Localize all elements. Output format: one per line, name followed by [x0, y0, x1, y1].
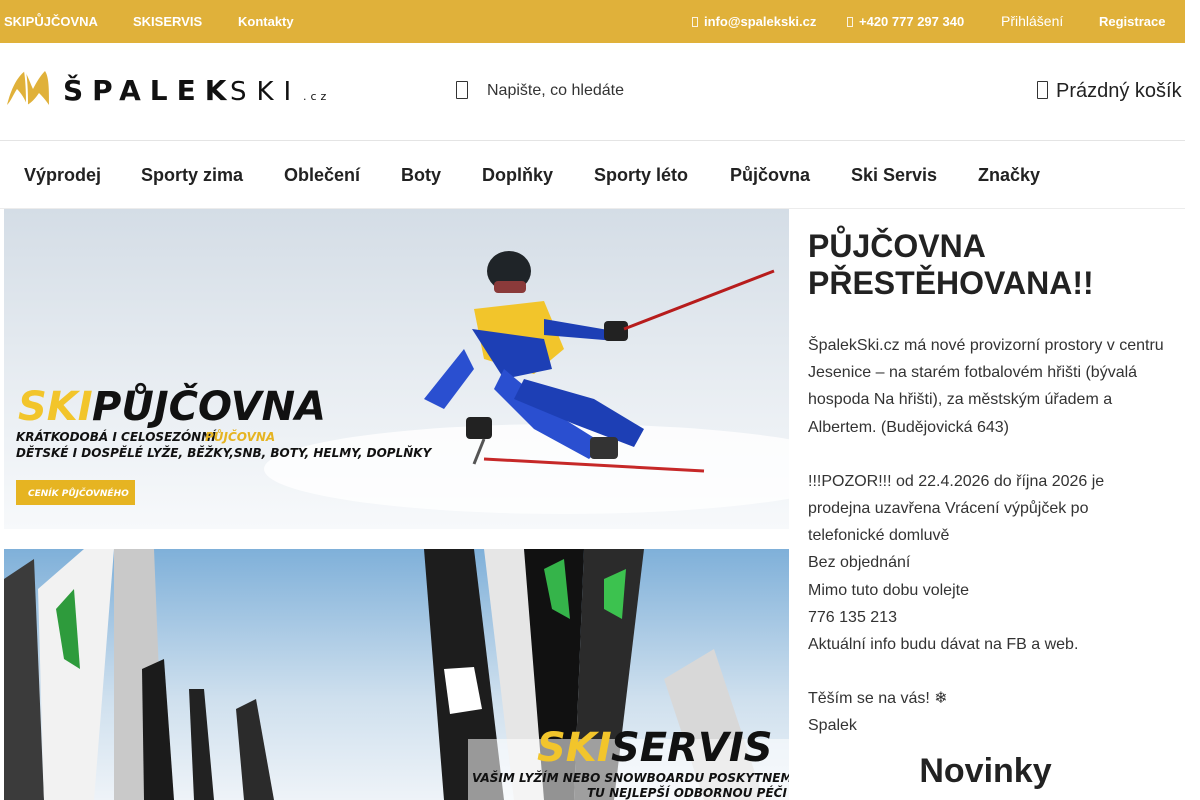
- topbar-link-rental[interactable]: SKIPŮJČOVNA: [4, 14, 98, 29]
- nav-item-shoes[interactable]: Boty: [401, 165, 441, 186]
- service-banner-image: SKI SERVIS VAŠIM LYŽÍM NEBO SNOWBOARDU P…: [4, 549, 789, 800]
- rental-title-rest: PŮJČOVNA: [92, 381, 326, 430]
- nav-item-brands[interactable]: Značky: [978, 165, 1040, 186]
- announcement-call-note: Mimo tuto dobu volejte: [808, 581, 969, 599]
- service-title-ski: SKI: [537, 725, 612, 771]
- register-link[interactable]: Registrace: [1099, 14, 1165, 29]
- rental-title-ski: SKI: [18, 384, 93, 430]
- rental-banner-image: SKI PŮJČOVNA KRÁTKODOBÁ I CELOSEZÓNNÍ PŮ…: [4, 209, 789, 529]
- logo[interactable]: ŠPALEK SKI .cz: [5, 69, 335, 111]
- nav-item-winter-sports[interactable]: Sporty zima: [141, 165, 243, 186]
- login-link[interactable]: Přihlášení: [1001, 13, 1063, 29]
- topbar-link-service[interactable]: SKISERVIS: [133, 14, 202, 29]
- announcement-body: ŠpalekSki.cz má nové provizorní prostory…: [808, 332, 1168, 740]
- service-line1: VAŠIM LYŽÍM NEBO SNOWBOARDU POSKYTNEME: [472, 770, 789, 785]
- search-icon[interactable]: [456, 81, 468, 99]
- announcement-title: PŮJČOVNA PŘESTĚHOVANA!!: [808, 228, 1094, 301]
- phone-icon: [847, 17, 853, 27]
- nav-item-accessories[interactable]: Doplňky: [482, 165, 553, 186]
- topbar-phone: +420 777 297 340: [859, 14, 965, 29]
- logo-sub-text: SKI: [230, 77, 301, 107]
- cart-icon: [1037, 81, 1048, 99]
- rental-banner[interactable]: SKI PŮJČOVNA KRÁTKODOBÁ I CELOSEZÓNNÍ PŮ…: [4, 209, 789, 529]
- nav-item-sale[interactable]: Výprodej: [24, 165, 101, 186]
- nav-divider-top: [0, 140, 1185, 141]
- nav-item-summer-sports[interactable]: Sporty léto: [594, 165, 688, 186]
- logo-main-text: ŠPALEK: [63, 73, 235, 107]
- top-bar: SKIPŮJČOVNA SKISERVIS Kontakty info@spal…: [0, 0, 1185, 43]
- announcement-thanks: Těším se na vás! ❄: [808, 690, 948, 708]
- logo-tld-text: .cz: [303, 90, 330, 103]
- announcement-phone[interactable]: 776 135 213: [808, 604, 1168, 631]
- service-banner[interactable]: SKI SERVIS VAŠIM LYŽÍM NEBO SNOWBOARDU P…: [4, 549, 789, 800]
- announcement-panel: PŮJČOVNA PŘESTĚHOVANA!! ŠpalekSki.cz má …: [808, 228, 1168, 740]
- announcement-warning: !!!POZOR!!! od 22.4.2026 do října 2026 j…: [808, 472, 1105, 545]
- announcement-no-booking: Bez objednání: [808, 554, 911, 572]
- announcement-signature: Spalek: [808, 717, 857, 735]
- topbar-email-link[interactable]: info@spalekski.cz: [692, 14, 816, 29]
- topbar-phone-link[interactable]: +420 777 297 340: [847, 14, 964, 29]
- topbar-email: info@spalekski.cz: [704, 14, 817, 29]
- nav-item-clothing[interactable]: Oblečení: [284, 165, 360, 186]
- cart-button[interactable]: Prázdný košík: [1035, 78, 1185, 106]
- rental-line1-a: KRÁTKODOBÁ I CELOSEZÓNNÍ: [16, 429, 217, 444]
- rental-line1-b: PŮJČOVNA: [205, 429, 275, 444]
- price-list-button-label: CENÍK PŮJČOVNÉHO: [28, 487, 129, 499]
- news-heading: Novinky: [919, 752, 1052, 790]
- service-title-rest: SERVIS: [611, 725, 773, 771]
- search-input[interactable]: Napište, co hledáte: [487, 82, 624, 100]
- search-bar[interactable]: Napište, co hledáte: [452, 72, 972, 110]
- service-line2: TU NEJLEPŠÍ ODBORNOU PÉČI: [587, 785, 787, 800]
- envelope-icon: [692, 17, 698, 27]
- announcement-paragraph: ŠpalekSki.cz má nové provizorní prostory…: [808, 337, 1164, 436]
- nav-item-rental[interactable]: Půjčovna: [730, 165, 810, 186]
- nav-item-ski-service[interactable]: Ski Servis: [851, 165, 937, 186]
- announcement-fb-note: Aktuální info budu dávat na FB a web.: [808, 636, 1079, 654]
- logo-mark: ŠPALEK SKI .cz: [7, 70, 330, 107]
- topbar-link-contacts[interactable]: Kontakty: [238, 14, 294, 29]
- rental-line2: DĚTSKÉ I DOSPĚLÉ LYŽE, BĚŽKY,SNB, BOTY, …: [16, 445, 433, 460]
- cart-label: Prázdný košík: [1056, 80, 1182, 102]
